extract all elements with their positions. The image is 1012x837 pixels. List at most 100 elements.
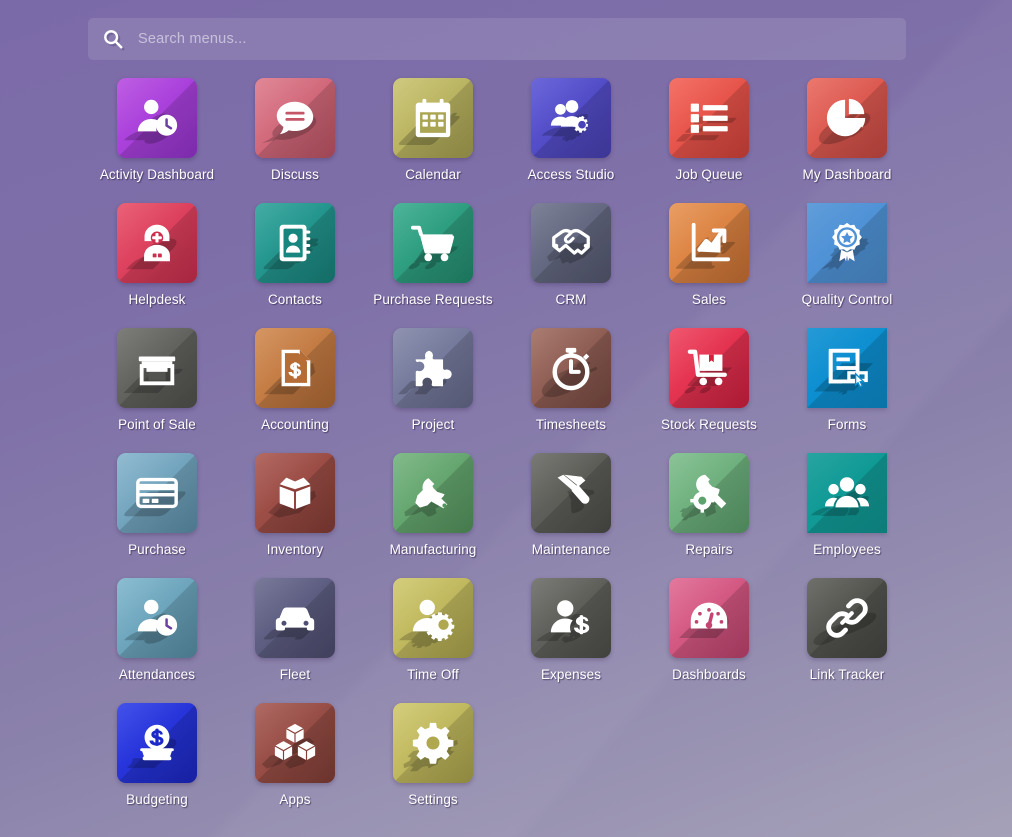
app-tile-label: Project xyxy=(411,417,455,432)
app-tile-link-tracker[interactable]: Link Tracker xyxy=(778,578,916,703)
app-tile-job-queue[interactable]: Job Queue xyxy=(640,78,778,203)
app-tile-helpdesk[interactable]: Helpdesk xyxy=(88,203,226,328)
app-tile-background[interactable] xyxy=(669,203,749,283)
app-tile-background[interactable] xyxy=(669,328,749,408)
credit-card-icon xyxy=(134,470,180,516)
app-tile-label: Inventory xyxy=(266,542,324,557)
app-tile-apps[interactable]: Apps xyxy=(226,703,364,828)
app-tile-label: Budgeting xyxy=(126,792,188,807)
app-tile-background[interactable] xyxy=(807,78,887,158)
search-icon xyxy=(102,28,124,50)
app-tile-background[interactable] xyxy=(393,328,473,408)
delivery-cart-icon xyxy=(686,345,732,391)
app-tile-background[interactable] xyxy=(117,203,197,283)
app-tile-background[interactable] xyxy=(255,328,335,408)
app-tile-repairs[interactable]: Repairs xyxy=(640,453,778,578)
app-tile-budgeting[interactable]: Budgeting xyxy=(88,703,226,828)
form-cursor-icon xyxy=(824,345,870,391)
coin-deposit-icon xyxy=(134,720,180,766)
app-tile-background[interactable] xyxy=(393,203,473,283)
app-tile-background[interactable] xyxy=(117,328,197,408)
app-tile-background[interactable] xyxy=(393,78,473,158)
app-tile-label: Stock Requests xyxy=(661,417,757,432)
app-tile-label: Settings xyxy=(408,792,458,807)
calendar-icon xyxy=(410,95,456,141)
hammer-icon xyxy=(548,470,594,516)
app-tile-sales[interactable]: Sales xyxy=(640,203,778,328)
app-tile-accounting[interactable]: Accounting xyxy=(226,328,364,453)
app-tile-background[interactable] xyxy=(255,578,335,658)
app-tile-background[interactable] xyxy=(531,203,611,283)
app-tile-background[interactable] xyxy=(393,703,473,783)
gear-icon xyxy=(410,720,456,766)
app-tile-label: Dashboards xyxy=(672,667,746,682)
app-tile-expenses[interactable]: Expenses xyxy=(502,578,640,703)
app-tile-label: Link Tracker xyxy=(809,667,885,682)
app-tile-label: My Dashboard xyxy=(802,167,892,182)
app-tile-background[interactable] xyxy=(669,78,749,158)
app-tile-background[interactable] xyxy=(669,453,749,533)
app-tile-background[interactable] xyxy=(393,578,473,658)
user-clock-icon xyxy=(134,95,180,141)
app-tile-dashboards[interactable]: Dashboards xyxy=(640,578,778,703)
app-tile-background[interactable] xyxy=(807,203,887,283)
search-bar[interactable] xyxy=(88,18,906,60)
app-tile-background[interactable] xyxy=(255,703,335,783)
app-tile-inventory[interactable]: Inventory xyxy=(226,453,364,578)
app-tile-background[interactable] xyxy=(531,78,611,158)
app-tile-crm[interactable]: CRM xyxy=(502,203,640,328)
app-tile-background[interactable] xyxy=(531,453,611,533)
app-tile-label: Accounting xyxy=(261,417,329,432)
app-tile-background[interactable] xyxy=(531,328,611,408)
app-tile-background[interactable] xyxy=(807,453,887,533)
app-tile-background[interactable] xyxy=(393,453,473,533)
app-tile-calendar[interactable]: Calendar xyxy=(364,78,502,203)
chain-link-icon xyxy=(824,595,870,641)
users-gear-icon xyxy=(548,95,594,141)
app-tile-manufacturing[interactable]: Manufacturing xyxy=(364,453,502,578)
app-tile-background[interactable] xyxy=(255,453,335,533)
search-input[interactable] xyxy=(138,18,892,60)
app-tile-point-of-sale[interactable]: Point of Sale xyxy=(88,328,226,453)
app-tile-background[interactable] xyxy=(531,578,611,658)
wrench-gear-icon xyxy=(686,470,732,516)
app-tile-background[interactable] xyxy=(807,328,887,408)
app-tile-quality-control[interactable]: Quality Control xyxy=(778,203,916,328)
app-tile-project[interactable]: Project xyxy=(364,328,502,453)
app-tile-purchase[interactable]: Purchase xyxy=(88,453,226,578)
app-tile-stock-requests[interactable]: Stock Requests xyxy=(640,328,778,453)
app-tile-label: Contacts xyxy=(267,292,323,307)
award-ribbon-icon xyxy=(824,220,870,266)
chat-bubble-icon xyxy=(272,95,318,141)
app-tile-background[interactable] xyxy=(117,578,197,658)
app-tile-my-dashboard[interactable]: My Dashboard xyxy=(778,78,916,203)
app-tile-settings[interactable]: Settings xyxy=(364,703,502,828)
app-tile-background[interactable] xyxy=(117,453,197,533)
app-tile-fleet[interactable]: Fleet xyxy=(226,578,364,703)
app-tile-background[interactable] xyxy=(255,203,335,283)
app-tile-background[interactable] xyxy=(669,578,749,658)
app-tile-background[interactable] xyxy=(255,78,335,158)
app-tile-background[interactable] xyxy=(807,578,887,658)
app-tile-timesheets[interactable]: Timesheets xyxy=(502,328,640,453)
app-tile-employees[interactable]: Employees xyxy=(778,453,916,578)
app-tile-label: Access Studio xyxy=(527,167,615,182)
app-tile-label: Employees xyxy=(813,542,881,557)
app-tile-purchase-requests[interactable]: Purchase Requests xyxy=(364,203,502,328)
app-tile-label: Point of Sale xyxy=(118,417,196,432)
app-tile-maintenance[interactable]: Maintenance xyxy=(502,453,640,578)
app-tile-access-studio[interactable]: Access Studio xyxy=(502,78,640,203)
app-tile-label: Job Queue xyxy=(675,167,743,182)
app-tile-discuss[interactable]: Discuss xyxy=(226,78,364,203)
user-dollar-icon xyxy=(548,595,594,641)
app-tile-background[interactable] xyxy=(117,703,197,783)
app-tile-activity-dashboard[interactable]: Activity Dashboard xyxy=(88,78,226,203)
app-tile-contacts[interactable]: Contacts xyxy=(226,203,364,328)
app-tile-time-off[interactable]: Time Off xyxy=(364,578,502,703)
app-tile-attendances[interactable]: Attendances xyxy=(88,578,226,703)
app-tile-forms[interactable]: Forms xyxy=(778,328,916,453)
app-grid: Activity Dashboard Discuss Calendar Access … xyxy=(88,78,914,828)
app-tile-background[interactable] xyxy=(117,78,197,158)
app-tile-label: Quality Control xyxy=(801,292,893,307)
people-group-icon xyxy=(824,470,870,516)
